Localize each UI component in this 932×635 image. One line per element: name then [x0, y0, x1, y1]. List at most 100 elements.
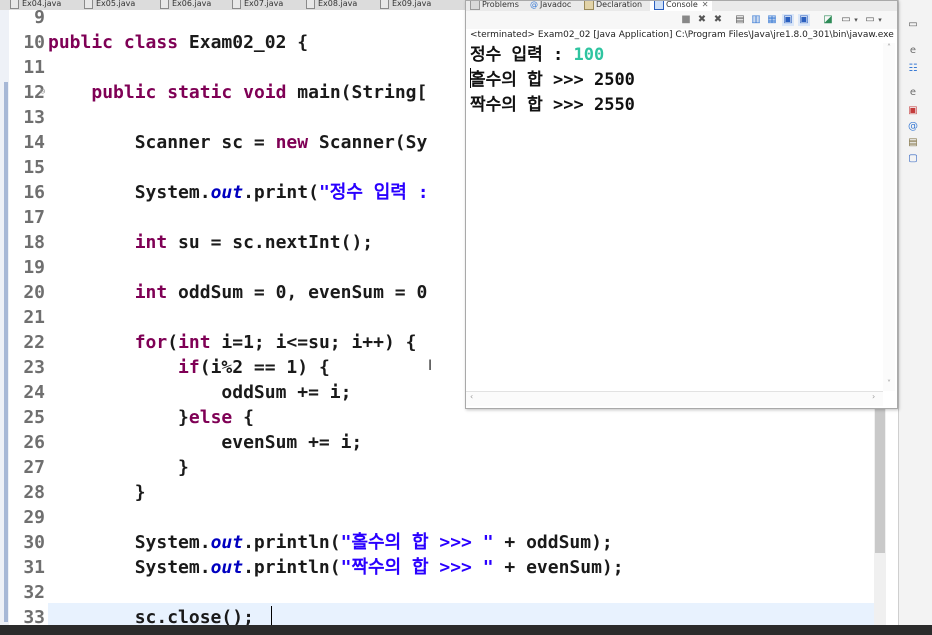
- fold-toggle-icon[interactable]: ⊖: [40, 87, 45, 97]
- chevron-down-icon[interactable]: ▾: [850, 14, 862, 26]
- line-number: 10: [23, 32, 45, 53]
- show-on-output-icon[interactable]: ▣: [782, 14, 794, 26]
- close-icon[interactable]: ✕: [702, 1, 709, 9]
- console-caret: [470, 68, 471, 88]
- editor-tab-ex08[interactable]: Ex08.java: [306, 0, 357, 10]
- code-line[interactable]: public class Exam02_02 {: [48, 30, 308, 55]
- line-number: 15: [23, 157, 45, 178]
- console-view-icon[interactable]: ▢: [906, 152, 920, 166]
- code-line[interactable]: System.out.println("짝수의 합 >>> " + evenSu…: [48, 555, 624, 580]
- console-output-line[interactable]: 짝수의 합 >>> 2550: [470, 93, 635, 117]
- code-line[interactable]: }else {: [48, 405, 254, 430]
- code-line[interactable]: }: [48, 480, 146, 505]
- line-number: 13: [23, 107, 45, 128]
- java-file-icon: [160, 0, 169, 9]
- chevron-down-icon[interactable]: ▾: [874, 14, 886, 26]
- editor-vertical-scrollbar[interactable]: [874, 408, 886, 628]
- code-line[interactable]: public static void main(String[: [48, 80, 427, 105]
- code-line[interactable]: oddSum += i;: [48, 380, 351, 405]
- java-file-icon: [232, 0, 241, 9]
- editor-tab-ex09[interactable]: Ex09.java: [380, 0, 431, 10]
- line-number: 11: [23, 57, 45, 78]
- line-number: 27: [23, 457, 45, 478]
- code-line[interactable]: System.out.println("홀수의 합 >>> " + oddSum…: [48, 530, 613, 555]
- word-wrap-icon[interactable]: ▦: [766, 14, 778, 26]
- ruler-marker: [4, 82, 8, 622]
- bottom-status-strip: [0, 625, 932, 635]
- scroll-down-arrow-icon[interactable]: ˅: [883, 379, 895, 388]
- line-number: 16: [23, 182, 45, 203]
- editor-tab-ex07[interactable]: Ex07.java: [232, 0, 283, 10]
- editor-tab-ex06[interactable]: Ex06.java: [160, 0, 211, 10]
- problems-view-icon[interactable]: ▣: [906, 104, 920, 118]
- code-line[interactable]: int oddSum = 0, evenSum = 0: [48, 280, 428, 305]
- tab-javadoc[interactable]: @ Javadoc: [530, 1, 571, 11]
- remove-launch-icon[interactable]: ✖: [696, 14, 708, 26]
- code-line[interactable]: Scanner sc = new Scanner(Sy: [48, 130, 428, 155]
- clear-console-icon[interactable]: ▤: [734, 14, 746, 26]
- java-file-icon: [380, 0, 389, 9]
- minimize-icon[interactable]: ▭: [906, 18, 920, 32]
- line-number: 24: [23, 382, 45, 403]
- code-line[interactable]: System.out.print("정수 입력 :: [48, 180, 429, 205]
- java-file-icon: [84, 0, 93, 9]
- declaration-icon: [584, 1, 594, 10]
- code-line[interactable]: int su = sc.nextInt();: [48, 230, 373, 255]
- line-number: 26: [23, 432, 45, 453]
- console-user-input: 100: [573, 45, 605, 65]
- line-number: 23: [23, 357, 45, 378]
- pin-console-icon[interactable]: ◪: [822, 14, 834, 26]
- line-number: 19: [23, 257, 45, 278]
- hierarchy-view-icon[interactable]: ☷: [906, 62, 920, 76]
- overview-ruler: [0, 10, 9, 625]
- line-number: 29: [23, 507, 45, 528]
- editor-tab-ex05[interactable]: Ex05.java: [84, 0, 135, 10]
- console-prompt-label: 정수 입력 :: [470, 45, 574, 65]
- tab-declaration[interactable]: Declaration: [584, 1, 642, 11]
- scroll-lock-icon[interactable]: ▥: [750, 14, 762, 26]
- line-number: 28: [23, 482, 45, 503]
- scrollbar-thumb[interactable]: [875, 408, 885, 553]
- code-line[interactable]: }: [48, 455, 189, 480]
- line-number: 21: [23, 307, 45, 328]
- line-number: 9: [34, 7, 45, 28]
- remove-all-icon[interactable]: ✖: [712, 14, 724, 26]
- javadoc-icon: @: [530, 1, 538, 9]
- problems-icon: [470, 1, 480, 10]
- console-icon: [654, 1, 664, 10]
- scroll-left-arrow-icon[interactable]: ‹: [470, 392, 473, 401]
- line-number: 17: [23, 207, 45, 228]
- console-prompt-line[interactable]: 정수 입력 : 100: [470, 43, 604, 67]
- console-toolbar: ■ ✖ ✖ ▤ ▥ ▦ ▣ ▣ ◪ ▭ ▾ ▭ ▾: [466, 11, 897, 29]
- line-number: 20: [23, 282, 45, 303]
- task-list-icon[interactable]: e: [906, 86, 920, 100]
- line-number: 22: [23, 332, 45, 353]
- right-trim-bar: ▭ e ☷ e ▣ @ ▤ ▢: [898, 0, 932, 635]
- java-file-icon: [306, 0, 315, 9]
- line-number: 25: [23, 407, 45, 428]
- outline-view-icon[interactable]: e: [906, 44, 920, 58]
- console-vertical-scrollbar[interactable]: ˄ ˅: [883, 43, 895, 391]
- tab-problems[interactable]: Problems: [470, 1, 519, 11]
- tab-console[interactable]: Console ✕: [650, 1, 713, 11]
- terminate-icon[interactable]: ■: [680, 14, 692, 26]
- javadoc-view-icon[interactable]: @: [906, 120, 920, 134]
- line-number: 14: [23, 132, 45, 153]
- scroll-right-arrow-icon[interactable]: ›: [872, 392, 875, 401]
- ibeam-cursor-icon: I: [428, 358, 433, 374]
- scroll-up-arrow-icon[interactable]: ˄: [883, 43, 895, 52]
- console-panel[interactable]: Problems @ Javadoc Declaration Console ✕ ■…: [465, 0, 898, 409]
- console-launch-info: <terminated> Exam02_02 [Java Application…: [470, 30, 894, 40]
- text-caret: [271, 606, 272, 626]
- console-output-line[interactable]: 홀수의 합 >>> 2500: [470, 68, 635, 92]
- editor-tab-strip: Ex04.java Ex05.java Ex06.java Ex07.java …: [0, 0, 466, 10]
- line-number: 30: [23, 532, 45, 553]
- code-line[interactable]: if(i%2 == 1) {: [48, 355, 330, 380]
- declaration-view-icon[interactable]: ▤: [906, 136, 920, 150]
- line-number: 18: [23, 232, 45, 253]
- code-line[interactable]: for(int i=1; i<=su; i++) {: [48, 330, 417, 355]
- show-on-error-icon[interactable]: ▣: [798, 14, 810, 26]
- code-line[interactable]: evenSum += i;: [48, 430, 362, 455]
- console-horizontal-scrollbar[interactable]: ‹ ›: [466, 391, 883, 406]
- console-tab-strip: Problems @ Javadoc Declaration Console ✕: [466, 1, 897, 11]
